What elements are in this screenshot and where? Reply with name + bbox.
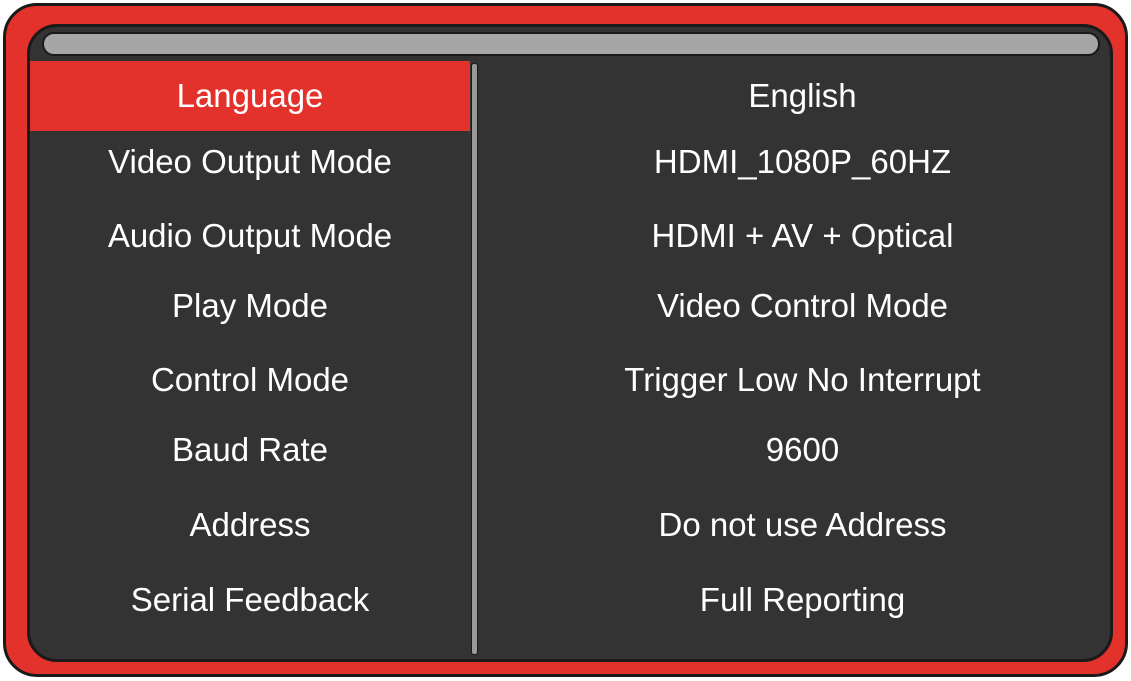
menu-item-value: English xyxy=(748,77,857,114)
menu-row-control-mode[interactable]: Control Mode Trigger Low No Interrupt xyxy=(30,345,1110,415)
menu-item-label[interactable]: Serial Feedback xyxy=(30,565,470,635)
menu-row-audio-output-mode[interactable]: Audio Output Mode HDMI + AV + Optical xyxy=(30,201,1110,271)
menu-item-value: Do not use Address xyxy=(658,506,947,543)
menu-item-value: Video Control Mode xyxy=(656,287,949,324)
menu-row-baud-rate[interactable]: Baud Rate 9600 xyxy=(30,415,1110,485)
menu-item-value: 9600 xyxy=(765,431,840,468)
title-bar xyxy=(42,32,1100,56)
menu-item-label[interactable]: Language xyxy=(30,61,470,131)
menu-item-value: Trigger Low No Interrupt xyxy=(624,361,981,398)
menu-item-value: Full Reporting xyxy=(699,581,906,618)
device-frame: Language English Video Output Mode HDMI_… xyxy=(3,3,1128,677)
menu-item-label[interactable]: Play Mode xyxy=(30,271,470,341)
menu-item-label[interactable]: Audio Output Mode xyxy=(30,201,470,271)
menu-row-play-mode[interactable]: Play Mode Video Control Mode xyxy=(30,271,1110,341)
menu-item-label[interactable]: Video Output Mode xyxy=(30,127,470,197)
menu-row-video-output-mode[interactable]: Video Output Mode HDMI_1080P_60HZ xyxy=(30,127,1110,197)
menu-item-value: HDMI + AV + Optical xyxy=(651,217,954,254)
menu-row-serial-feedback[interactable]: Serial Feedback Full Reporting xyxy=(30,565,1110,635)
menu-row-language[interactable]: Language English xyxy=(30,61,1110,131)
menu-row-address[interactable]: Address Do not use Address xyxy=(30,490,1110,560)
menu-item-label[interactable]: Baud Rate xyxy=(30,415,470,485)
menu-item-label[interactable]: Control Mode xyxy=(30,345,470,415)
settings-screen: Language English Video Output Mode HDMI_… xyxy=(27,24,1113,662)
menu-item-value: HDMI_1080P_60HZ xyxy=(653,143,952,180)
menu-item-label[interactable]: Address xyxy=(30,490,470,560)
